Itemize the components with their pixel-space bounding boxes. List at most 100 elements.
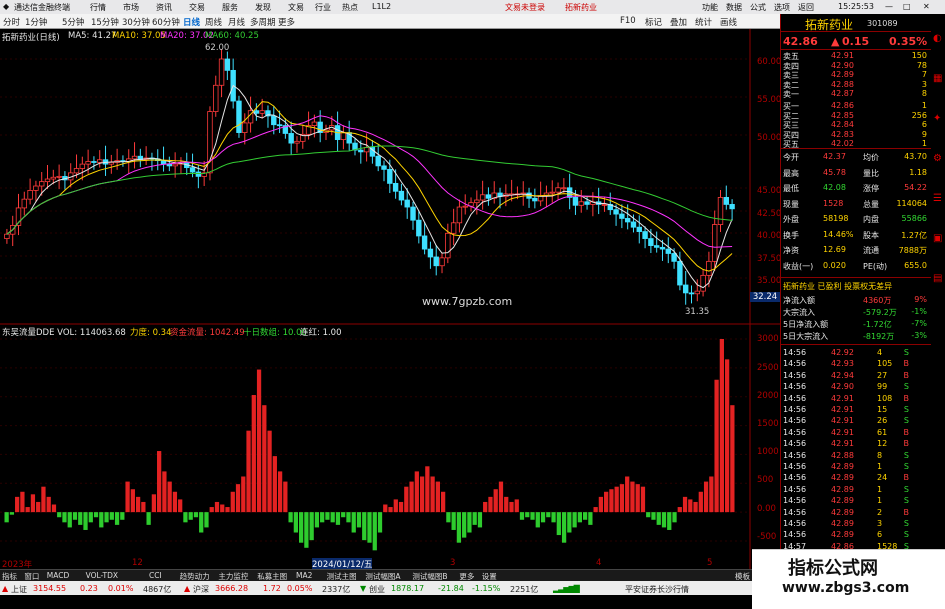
menu-item[interactable]: 交易 <box>189 2 205 13</box>
tick-list[interactable]: 14:56 42.92 4 S 14:56 42.93 105 B 14:56 42.94 27 B 1… <box>781 346 931 566</box>
tick-row[interactable]: 14:56 42.94 27 B <box>781 371 929 381</box>
menu-item[interactable]: 文易 <box>288 2 304 13</box>
bookmark-icon[interactable]: ▣ <box>933 233 942 244</box>
grid-icon[interactable]: ▦ <box>933 73 942 84</box>
menu-item[interactable]: L1L2 <box>372 2 391 11</box>
fund-pct: 9% <box>914 295 927 304</box>
stat-label: 量比 <box>863 168 879 178</box>
tick-row[interactable]: 14:56 42.89 1 S <box>781 496 929 506</box>
period-tab[interactable]: 周线 <box>205 16 222 28</box>
fund-value: -8192万 <box>863 332 895 341</box>
tick-volume: 15 <box>877 405 888 414</box>
tick-row[interactable]: 14:56 42.91 12 B <box>781 439 929 449</box>
tick-volume: 1 <box>877 462 883 471</box>
bid-row[interactable]: 买一 42.86 1 <box>781 101 929 111</box>
tick-row[interactable]: 14:56 42.89 24 B <box>781 473 929 483</box>
ask-row[interactable]: 卖五 42.91 150 <box>781 51 929 61</box>
indicator-tab[interactable]: VOL-TDX <box>86 571 118 580</box>
ask-row[interactable]: 卖二 42.88 3 <box>781 80 929 90</box>
indicator-legend-force: 力度: 0.34 <box>130 328 172 338</box>
tick-row[interactable]: 14:56 42.91 108 B <box>781 394 929 404</box>
candle-body <box>688 292 695 295</box>
formula-button[interactable]: 公式 <box>750 2 766 13</box>
candle-body <box>387 168 393 184</box>
tick-row[interactable]: 14:56 42.91 61 B <box>781 428 929 438</box>
options-button[interactable]: 选项 <box>774 2 790 13</box>
tick-row[interactable]: 14:56 42.89 2 B <box>781 508 929 518</box>
period-tab[interactable]: 月线 <box>228 16 245 28</box>
bid-row[interactable]: 买四 42.83 9 <box>781 130 929 140</box>
ask-row[interactable]: 卖三 42.89 7 <box>781 70 929 80</box>
list-icon[interactable]: ☰ <box>933 193 942 204</box>
index-name[interactable]: 上证 <box>11 584 27 595</box>
fund-pct: -7% <box>911 319 927 328</box>
indicator-tab[interactable]: CCI <box>149 571 162 580</box>
volume-bar <box>409 481 414 513</box>
menu-item[interactable]: 行业 <box>315 2 331 13</box>
menu-item[interactable]: 服务 <box>222 2 238 13</box>
period-tab[interactable]: 更多 <box>278 16 295 28</box>
broker-name[interactable]: 平安证券长沙行情 <box>625 584 689 595</box>
tick-row[interactable]: 14:56 42.89 3 S <box>781 519 929 529</box>
shield-icon[interactable]: ◐ <box>933 33 942 44</box>
close-icon[interactable]: ✕ <box>923 2 930 11</box>
minimize-icon[interactable]: — <box>885 2 893 11</box>
tick-price: 42.91 <box>831 393 854 403</box>
tick-volume: 24 <box>877 473 888 483</box>
tick-row[interactable]: 14:56 42.89 1 S <box>781 462 929 472</box>
period-tab[interactable]: 分时 <box>3 16 20 28</box>
bid-row[interactable]: 买二 42.85 256 <box>781 111 929 121</box>
back-button[interactable]: 返回 <box>798 2 814 13</box>
tick-side: B <box>903 427 910 437</box>
volume-bar <box>640 486 646 513</box>
overlay-button[interactable]: 叠加 <box>670 16 687 28</box>
chart-area[interactable]: 拓新药业(日线) MA5: 41.27 MA10: 37.05 MA20: 37… <box>0 29 781 570</box>
ask-row[interactable]: 卖一 42.87 8 <box>781 89 929 99</box>
volume-bar <box>730 405 735 513</box>
level-price: 42.91 <box>831 51 854 60</box>
tick-row[interactable]: 14:56 42.91 26 S <box>781 416 929 426</box>
tick-row[interactable]: 14:56 42.88 8 S <box>781 451 929 461</box>
index-amount: 2251亿 <box>510 585 539 594</box>
level-volume: 8 <box>921 89 927 99</box>
indicator-tab[interactable]: MACD <box>47 571 69 580</box>
period-tab-active[interactable]: 日线 <box>183 16 200 28</box>
index-name[interactable]: 沪深 <box>193 584 209 595</box>
period-tab[interactable]: 5分钟 <box>62 16 84 28</box>
f10-button[interactable]: F10 <box>620 16 636 26</box>
chart-icon[interactable]: ▤ <box>933 273 942 284</box>
login-status[interactable]: 文易未登录 <box>505 2 545 13</box>
star-icon[interactable]: ✦ <box>933 113 941 124</box>
menu-item[interactable]: 市场 <box>123 2 139 13</box>
maximize-icon[interactable]: □ <box>903 2 911 11</box>
period-tab[interactable]: 1分钟 <box>25 16 47 28</box>
period-tab[interactable]: 15分钟 <box>91 16 119 28</box>
period-tab[interactable]: 多周期 <box>250 16 276 28</box>
stock-tab[interactable]: 拓新药业 <box>565 2 597 13</box>
period-tab[interactable]: 60分钟 <box>152 16 180 28</box>
stats-button[interactable]: 统计 <box>695 16 712 28</box>
ask-row[interactable]: 卖四 42.90 78 <box>781 61 929 71</box>
tick-row[interactable]: 14:56 42.89 1 S <box>781 485 929 495</box>
menu-item[interactable]: 发现 <box>255 2 271 13</box>
tick-row[interactable]: 14:56 42.91 15 S <box>781 405 929 415</box>
menu-item[interactable]: 热点 <box>342 2 358 13</box>
tick-row[interactable]: 14:56 42.92 4 S <box>781 348 929 358</box>
menu-item[interactable]: 行情 <box>90 2 106 13</box>
func-button[interactable]: 功能 <box>702 2 718 13</box>
menu-item[interactable]: 资讯 <box>156 2 172 13</box>
tick-row[interactable]: 14:56 42.89 6 S <box>781 530 929 540</box>
volume-bar <box>367 512 372 543</box>
period-tab[interactable]: 30分钟 <box>122 16 150 28</box>
bid-row[interactable]: 买三 42.84 6 <box>781 120 929 130</box>
kline-chart[interactable] <box>0 29 780 569</box>
settings-icon[interactable]: ⚙ <box>933 153 942 164</box>
index-name[interactable]: 创业 <box>369 584 385 595</box>
indicator-tab[interactable]: MA2 <box>296 571 312 580</box>
mark-button[interactable]: 标记 <box>645 16 662 28</box>
bid-row[interactable]: 买五 42.02 1 <box>781 139 929 149</box>
draw-button[interactable]: 画线 <box>720 16 737 28</box>
tick-row[interactable]: 14:56 42.90 99 S <box>781 382 929 392</box>
tick-row[interactable]: 14:56 42.93 105 B <box>781 359 929 369</box>
data-button[interactable]: 数据 <box>726 2 742 13</box>
